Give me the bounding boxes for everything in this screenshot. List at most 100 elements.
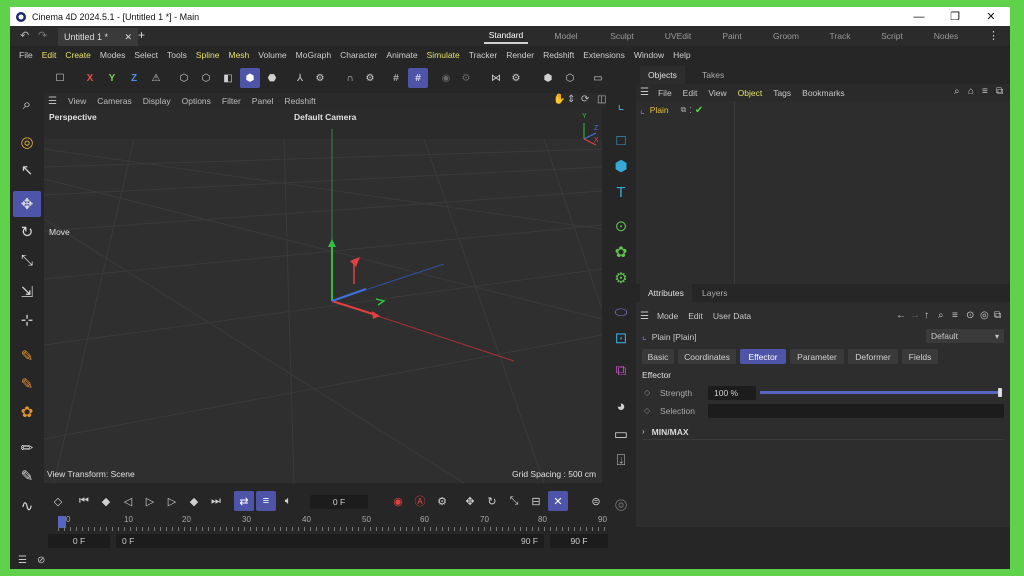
menu-window[interactable]: Window: [634, 50, 664, 60]
pan-view-icon[interactable]: ✋: [553, 94, 565, 105]
dolly-view-icon[interactable]: ⇕: [567, 94, 575, 105]
axis-settings-icon[interactable]: ⚙: [310, 68, 330, 88]
next-key-icon[interactable]: ◆: [184, 491, 204, 511]
spline-pen-icon[interactable]: ✎: [13, 343, 41, 369]
close-window-button[interactable]: ✕: [974, 7, 1008, 26]
layout-tab-standard[interactable]: Standard: [484, 28, 528, 44]
orbit-view-icon[interactable]: ⟳: [581, 94, 589, 105]
menu-modes[interactable]: Modes: [100, 50, 126, 60]
previous-frame-icon[interactable]: ◁: [118, 491, 138, 511]
visibility-dots-icon[interactable]: ⁚: [689, 106, 692, 115]
start-frame-field[interactable]: 0 F: [48, 534, 110, 548]
minimize-button[interactable]: —: [902, 7, 936, 26]
attr-tab-fields[interactable]: Fields: [902, 349, 938, 364]
viewport-menu-cameras[interactable]: Cameras: [97, 96, 131, 106]
objects-menu-file[interactable]: File: [658, 88, 672, 98]
menu-volume[interactable]: Volume: [258, 50, 286, 60]
attributes-lock-icon[interactable]: ⊙: [966, 310, 974, 321]
objects-menu-view[interactable]: View: [708, 88, 726, 98]
axis-mode-icon[interactable]: ⅄: [290, 68, 310, 88]
null-object-icon[interactable]: ⌞: [608, 91, 634, 117]
menu-create[interactable]: Create: [65, 50, 91, 60]
next-frame-icon[interactable]: ▷: [162, 491, 182, 511]
go-to-start-icon[interactable]: ⏮: [74, 491, 94, 511]
dynamic-placement-icon[interactable]: ⊹: [13, 307, 41, 333]
attributes-menu-icon[interactable]: ☰: [640, 311, 649, 322]
solo-settings-icon[interactable]: ⚙: [456, 68, 476, 88]
objects-new-window-icon[interactable]: ⧉: [996, 86, 1003, 97]
generator-icon[interactable]: ⊙: [608, 213, 634, 239]
redshift-ipr-icon[interactable]: ⬢: [538, 68, 558, 88]
world-axis-icon[interactable]: ⚠: [146, 68, 166, 88]
back-arrow-icon[interactable]: ←: [896, 310, 906, 321]
keyframe-settings-icon[interactable]: ⚙: [432, 491, 452, 511]
play-icon[interactable]: ▷: [140, 491, 160, 511]
attributes-menu-mode[interactable]: Mode: [657, 311, 678, 321]
up-arrow-icon[interactable]: ↑: [924, 310, 929, 321]
rotate-tool-icon[interactable]: ↻: [13, 219, 41, 245]
objects-menu-object[interactable]: Object: [738, 88, 763, 98]
tweak-tool-icon[interactable]: ↖: [13, 157, 41, 183]
field-icon[interactable]: ⊡: [608, 325, 634, 351]
document-tab[interactable]: Untitled 1 * ✕: [58, 28, 138, 46]
menu-animate[interactable]: Animate: [386, 50, 417, 60]
objects-home-icon[interactable]: ⌂: [968, 86, 974, 97]
light-icon[interactable]: ⍗: [608, 447, 634, 473]
attr-tab-coordinates[interactable]: Coordinates: [678, 349, 736, 364]
preset-dropdown[interactable]: Default ▾: [926, 329, 1004, 343]
previous-key-icon[interactable]: ◆: [96, 491, 116, 511]
tab-layers[interactable]: Layers: [694, 284, 736, 302]
document-tab-close-icon[interactable]: ✕: [124, 32, 132, 43]
record-active-icon[interactable]: ◉: [388, 491, 408, 511]
menu-extensions[interactable]: Extensions: [583, 50, 625, 60]
minmax-group-header[interactable]: › MIN/MAX: [642, 424, 1004, 440]
grid-icon[interactable]: #: [386, 68, 406, 88]
solo-icon[interactable]: ◉: [436, 68, 456, 88]
keyframe-diamond-icon[interactable]: ◇: [48, 491, 68, 511]
scale-tool-icon[interactable]: ⤡: [13, 247, 41, 273]
attributes-search-icon[interactable]: ⌕: [938, 310, 944, 321]
brush-tool-icon[interactable]: ✏: [13, 435, 41, 461]
bend-deformer-icon[interactable]: ⧉: [608, 357, 634, 383]
z-axis-lock-button[interactable]: Z: [124, 68, 144, 88]
menu-tracker[interactable]: Tracker: [469, 50, 498, 60]
cloner-icon[interactable]: ✿: [608, 239, 634, 265]
layout-tab-paint[interactable]: Paint: [712, 28, 752, 44]
menu-file[interactable]: File: [19, 50, 33, 60]
menu-mograph[interactable]: MoGraph: [296, 50, 331, 60]
points-mode-icon[interactable]: ⬡: [174, 68, 194, 88]
key-rotation-icon[interactable]: ↻: [482, 491, 502, 511]
object-tag-icon[interactable]: ⧉: [681, 105, 687, 115]
strength-input[interactable]: 100 %: [708, 386, 756, 400]
edges-mode-icon[interactable]: ⬡: [196, 68, 216, 88]
move-tool-button[interactable]: ✥: [13, 191, 41, 217]
render-active-view-icon[interactable]: ⬡: [560, 68, 580, 88]
model-mode-button[interactable]: ⬢: [240, 68, 260, 88]
attributes-settings-icon[interactable]: ◎: [980, 310, 989, 321]
objects-menu-edit[interactable]: Edit: [683, 88, 698, 98]
attr-tab-parameter[interactable]: Parameter: [790, 349, 844, 364]
maximize-button[interactable]: ❐: [938, 7, 972, 26]
undo-icon[interactable]: ↶: [20, 29, 29, 42]
selection-input[interactable]: [708, 404, 1004, 418]
current-frame-field[interactable]: 0 F: [310, 495, 368, 509]
layout-tab-uvedit[interactable]: UVEdit: [658, 28, 698, 44]
status-check-icon[interactable]: ⊘: [37, 555, 45, 566]
menu-redshift[interactable]: Redshift: [543, 50, 574, 60]
key-scale-icon[interactable]: ⤡: [504, 491, 524, 511]
selection-keyframe-icon[interactable]: ◇: [644, 406, 650, 415]
add-document-icon[interactable]: +: [138, 28, 145, 42]
enabled-check-icon[interactable]: ✔: [695, 105, 703, 116]
cube-icon[interactable]: ⬢: [608, 153, 634, 179]
viewport-menu-filter[interactable]: Filter: [222, 96, 241, 106]
attributes-filter-icon[interactable]: ≡: [952, 310, 958, 321]
search-icon[interactable]: ⌕: [13, 91, 41, 117]
go-to-end-icon[interactable]: ⏭: [206, 491, 226, 511]
menu-mesh[interactable]: Mesh: [229, 50, 250, 60]
attr-tab-basic[interactable]: Basic: [642, 349, 674, 364]
menu-simulate[interactable]: Simulate: [427, 50, 460, 60]
viewport-menu-options[interactable]: Options: [182, 96, 211, 106]
object-row-plain[interactable]: ⌞ Plain ⧉ ⁚ ✔: [640, 103, 703, 117]
playback-range-button[interactable]: ≡: [256, 491, 276, 511]
snap-icon[interactable]: ∩: [340, 68, 360, 88]
